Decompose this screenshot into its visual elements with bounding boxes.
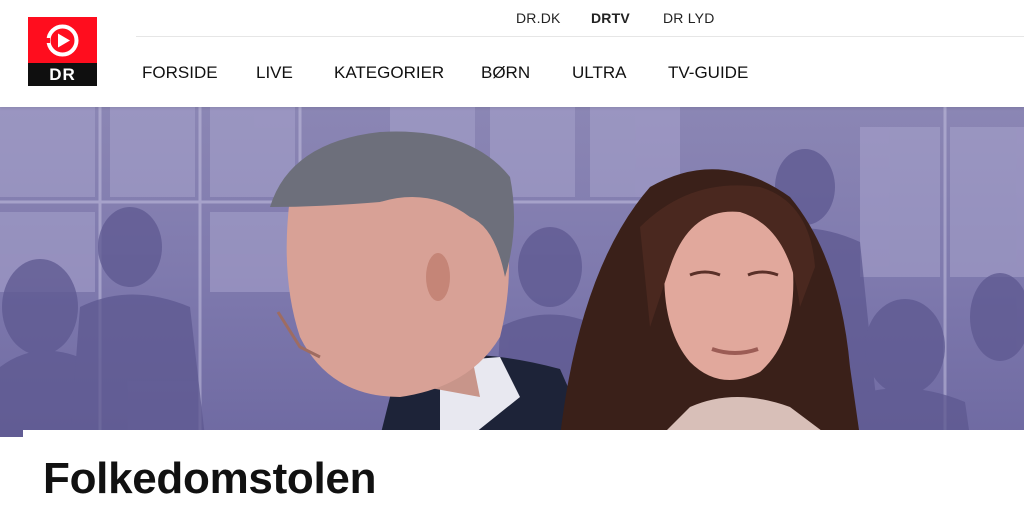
top-link-drdk[interactable]: DR.DK [516,10,561,26]
nav-item-tv-guide[interactable]: TV-GUIDE [668,63,748,83]
top-link-drtv[interactable]: DRTV [591,10,630,26]
program-title: Folkedomstolen [43,454,377,503]
top-links-bar: DR.DK DRTV DR LYD [136,0,1024,37]
hero-image [0,107,1024,437]
program-title-card: Folkedomstolen [23,430,1024,515]
hero-banner[interactable] [0,107,1024,437]
nav-item-forside[interactable]: FORSIDE [142,63,218,83]
nav-item-ultra[interactable]: ULTRA [572,63,626,83]
dr-logo[interactable]: DR [28,17,97,86]
logo-red-block [28,17,97,63]
top-link-drlyd[interactable]: DR LYD [663,10,715,26]
site-header: DR DR.DK DRTV DR LYD FORSIDE LIVE KATEGO… [0,0,1024,107]
play-circle-icon [44,24,79,57]
nav-item-born[interactable]: BØRN [481,63,530,83]
nav-item-kategorier[interactable]: KATEGORIER [334,63,444,83]
logo-text: DR [28,63,97,86]
nav-item-live[interactable]: LIVE [256,63,293,83]
